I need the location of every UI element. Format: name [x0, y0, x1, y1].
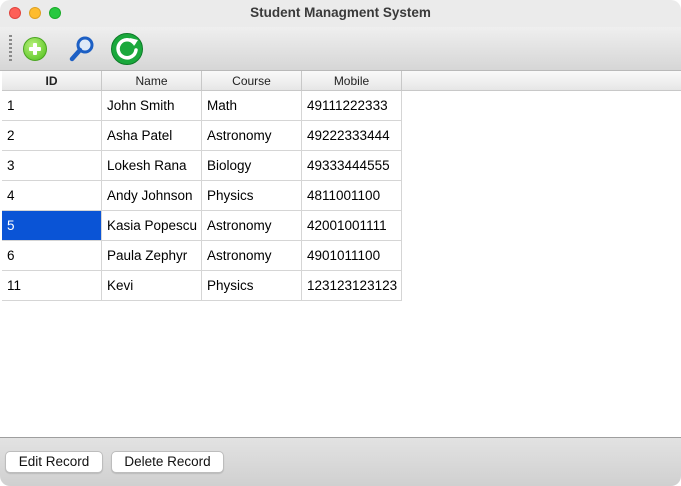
- cell-course[interactable]: Astronomy: [202, 121, 302, 151]
- cell-name[interactable]: Andy Johnson: [102, 181, 202, 211]
- refresh-button[interactable]: [109, 31, 145, 67]
- cell-course[interactable]: Biology: [202, 151, 302, 181]
- cell-id-selected[interactable]: 5: [2, 211, 102, 241]
- student-table[interactable]: ID Name Course Mobile 1 John Smith Math …: [2, 71, 681, 437]
- cell-id[interactable]: 1: [2, 91, 102, 121]
- table-row[interactable]: 6 Paula Zephyr Astronomy 4901011100: [2, 241, 402, 271]
- toolbar: [0, 27, 681, 71]
- table-row[interactable]: 3 Lokesh Rana Biology 49333444555: [2, 151, 402, 181]
- cell-mobile[interactable]: 49111222333: [302, 91, 402, 121]
- bottom-bar: Edit Record Delete Record: [0, 437, 681, 486]
- cell-mobile[interactable]: 42001001111: [302, 211, 402, 241]
- cell-id[interactable]: 11: [2, 271, 102, 301]
- cell-id[interactable]: 2: [2, 121, 102, 151]
- cell-mobile[interactable]: 4901011100: [302, 241, 402, 271]
- cell-id[interactable]: 6: [2, 241, 102, 271]
- cell-name[interactable]: Lokesh Rana: [102, 151, 202, 181]
- cell-name[interactable]: Kasia Popescu: [102, 211, 202, 241]
- cell-mobile[interactable]: 123123123123: [302, 271, 402, 301]
- cell-course[interactable]: Math: [202, 91, 302, 121]
- column-header-mobile[interactable]: Mobile: [302, 71, 402, 91]
- search-button[interactable]: [64, 31, 100, 67]
- add-record-button[interactable]: [17, 31, 53, 67]
- edit-record-button[interactable]: Edit Record: [5, 451, 103, 473]
- column-header-course[interactable]: Course: [202, 71, 302, 91]
- title-bar: Student Managment System: [0, 0, 681, 27]
- cell-id[interactable]: 4: [2, 181, 102, 211]
- table-row-selected[interactable]: 5 Kasia Popescu Astronomy 42001001111: [2, 211, 402, 241]
- cell-id[interactable]: 3: [2, 151, 102, 181]
- cell-course[interactable]: Astronomy: [202, 241, 302, 271]
- column-header-id[interactable]: ID: [2, 71, 102, 91]
- window-title: Student Managment System: [250, 5, 431, 20]
- toolbar-grip-handle[interactable]: [9, 35, 12, 61]
- add-circle-icon: [23, 37, 47, 61]
- cell-course[interactable]: Physics: [202, 271, 302, 301]
- cell-mobile[interactable]: 49333444555: [302, 151, 402, 181]
- cell-name[interactable]: John Smith: [102, 91, 202, 121]
- cell-mobile[interactable]: 49222333444: [302, 121, 402, 151]
- magnifier-icon: [69, 36, 94, 62]
- table-row[interactable]: 11 Kevi Physics 123123123123: [2, 271, 402, 301]
- app-window: Student Managment System ID Name Course …: [0, 0, 681, 486]
- column-header-name[interactable]: Name: [102, 71, 202, 91]
- table-row[interactable]: 2 Asha Patel Astronomy 49222333444: [2, 121, 402, 151]
- table-row[interactable]: 1 John Smith Math 49111222333: [2, 91, 402, 121]
- refresh-icon: [111, 33, 143, 65]
- cell-mobile[interactable]: 4811001100: [302, 181, 402, 211]
- cell-name[interactable]: Kevi: [102, 271, 202, 301]
- cell-course[interactable]: Astronomy: [202, 211, 302, 241]
- table-header: ID Name Course Mobile: [2, 71, 681, 91]
- delete-record-button[interactable]: Delete Record: [111, 451, 224, 473]
- cell-name[interactable]: Paula Zephyr: [102, 241, 202, 271]
- cell-name[interactable]: Asha Patel: [102, 121, 202, 151]
- cell-course[interactable]: Physics: [202, 181, 302, 211]
- table-row[interactable]: 4 Andy Johnson Physics 4811001100: [2, 181, 402, 211]
